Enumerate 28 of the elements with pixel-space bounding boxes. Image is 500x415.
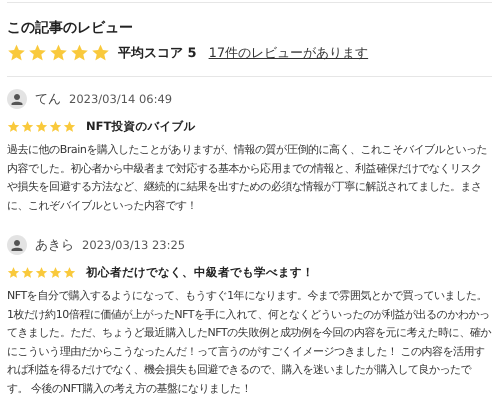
star-icon <box>28 43 47 62</box>
star-icon <box>70 43 89 62</box>
review-headline: 初心者だけでなく、中級者でも学べます！ <box>86 265 314 280</box>
review-text: 過去に他のBrainを購入したことがありますが、情報の質が圧倒的に高く、これこそバイブルといった内容でした。初心者から中級者まで対応する基本から応用までの情報と、利益確保だけでなくリスクや損失を回避する方法など、継続的に結果を出すための必須な情報が丁寧に解説されてました。まさに、これぞバイブルといった内容です！ <box>7 142 488 214</box>
avatar-icon <box>7 235 27 255</box>
average-score: 平均スコア 5 <box>118 44 197 62</box>
avatar-icon <box>7 89 27 109</box>
star-icon <box>7 43 26 62</box>
star-icon <box>7 120 20 133</box>
reviewer-name: あきら <box>35 237 74 254</box>
reviews-link[interactable]: 17件のレビューがあります <box>208 44 368 62</box>
star-icon <box>35 120 48 133</box>
reviewer-name: てん <box>35 91 61 108</box>
star-icon <box>7 266 20 279</box>
section-title: この記事のレビュー <box>7 19 134 37</box>
star-icon <box>21 120 34 133</box>
star-icon <box>35 266 48 279</box>
review-date: 2023/03/14 06:49 <box>69 92 172 106</box>
star-icon <box>21 266 34 279</box>
star-icon <box>63 120 76 133</box>
review-headline: NFT投資のバイブル <box>86 119 196 134</box>
star-icon <box>49 43 68 62</box>
review-text: NFTを自分で購入するようになって、もうすぐ1年になります。今まで雰囲気とかで買っていました。1枚だけ約10倍程に価値が上がったNFTを手に入れて、何となくどういったのが利益が出るのかわかってきました。ただ、ちょうど最近購入したNFTの失敗例と成功例を今回の内容を元に考えた時に、確かにこういう理由だからこうなったんだ！って言うのがすごくイメージつきました！ この内容を活用すれば利益を得るだけでなく、機会損失も回避できるので、購入を迷いましたが購入して良かったです。 今後のNFT購入の考え方の基盤になりました！ <box>7 288 492 396</box>
star-icon <box>63 266 76 279</box>
star-icon <box>49 120 62 133</box>
star-icon <box>49 266 62 279</box>
star-icon <box>91 43 110 62</box>
review-date: 2023/03/13 23:25 <box>82 238 186 252</box>
